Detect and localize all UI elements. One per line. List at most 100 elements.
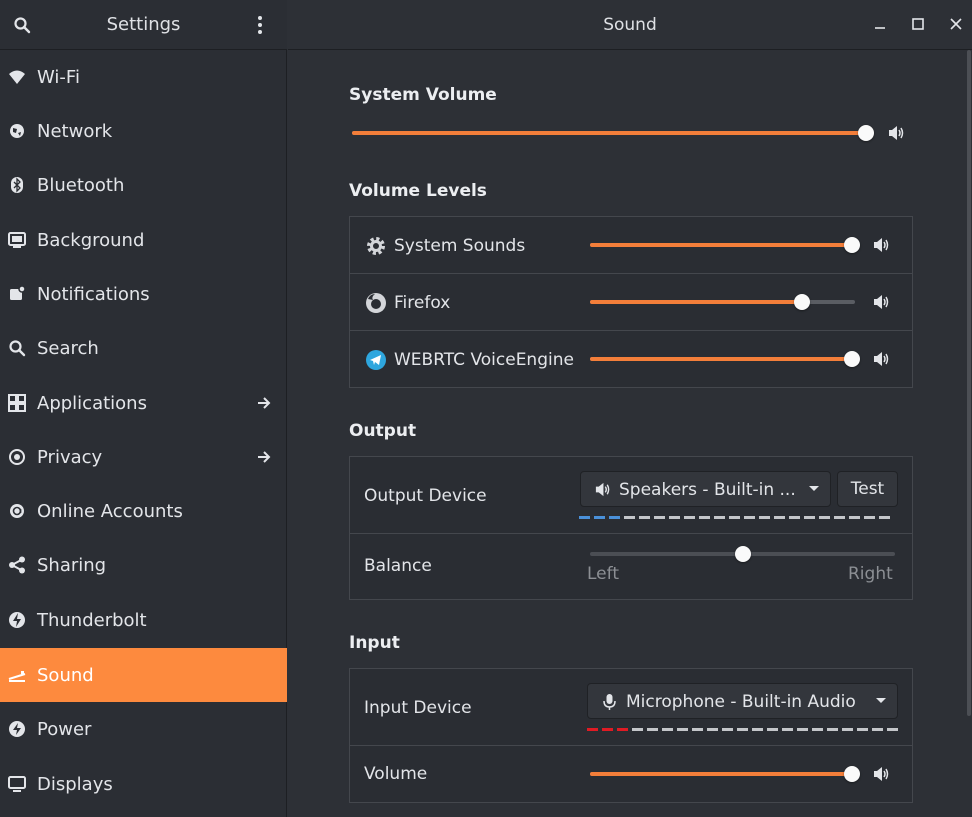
sound-icon bbox=[8, 671, 26, 682]
sidebar-item-label: Sharing bbox=[37, 554, 107, 576]
speaker-icon bbox=[874, 767, 889, 781]
level-segment bbox=[849, 516, 860, 519]
speaker-icon bbox=[874, 352, 889, 366]
level-segment bbox=[774, 516, 785, 519]
app-volume-row: System Sounds bbox=[350, 217, 912, 274]
level-segment bbox=[594, 516, 605, 519]
level-segment bbox=[579, 516, 590, 519]
app-volume-row: Firefox bbox=[350, 274, 912, 331]
chevron-down-icon bbox=[809, 486, 819, 491]
input-volume-row: Volume bbox=[350, 746, 912, 803]
level-segment bbox=[707, 728, 718, 731]
level-segment bbox=[879, 516, 890, 519]
sidebar-item-label: Applications bbox=[37, 392, 147, 414]
sidebar-title: Settings bbox=[106, 14, 181, 35]
level-segment bbox=[722, 728, 733, 731]
balance-left-label: Left bbox=[587, 564, 619, 584]
input-volume-slider[interactable] bbox=[590, 766, 860, 782]
level-segment bbox=[842, 728, 853, 731]
slider-knob[interactable] bbox=[734, 546, 751, 562]
sidebar-item-label: Search bbox=[37, 337, 99, 359]
applications-icon bbox=[8, 394, 26, 412]
sidebar-item-label: Network bbox=[37, 120, 113, 142]
level-segment bbox=[662, 728, 673, 731]
slider-knob[interactable] bbox=[844, 237, 860, 253]
level-segment bbox=[654, 516, 665, 519]
input-device-label: Input Device bbox=[364, 698, 472, 718]
level-segment bbox=[632, 728, 643, 731]
speaker-icon bbox=[874, 238, 889, 252]
level-segment bbox=[759, 516, 770, 519]
sidebar-item-network[interactable]: Network bbox=[0, 104, 287, 158]
app-volume-slider[interactable] bbox=[590, 237, 860, 253]
slider-fill bbox=[590, 243, 852, 247]
level-segment bbox=[729, 516, 740, 519]
level-segment bbox=[789, 516, 800, 519]
sidebar-item-label: Privacy bbox=[37, 446, 103, 468]
app-volume-slider[interactable] bbox=[590, 351, 860, 367]
menu-icon[interactable] bbox=[252, 14, 268, 36]
sidebar-item-applications[interactable]: Applications bbox=[0, 376, 287, 430]
test-button[interactable]: Test bbox=[837, 471, 898, 507]
system-volume-slider[interactable] bbox=[352, 125, 874, 141]
sidebar-item-power[interactable]: Power bbox=[0, 702, 287, 756]
network-icon bbox=[10, 124, 24, 138]
sidebar-item-bluetooth[interactable]: Bluetooth bbox=[0, 158, 287, 212]
output-title: Output bbox=[349, 421, 417, 441]
level-segment bbox=[587, 728, 598, 731]
slider-knob[interactable] bbox=[858, 125, 874, 141]
level-segment bbox=[812, 728, 823, 731]
slider-knob[interactable] bbox=[844, 351, 860, 367]
sidebar-item-search[interactable]: Search bbox=[0, 321, 287, 375]
level-segment bbox=[857, 728, 868, 731]
balance-right-label: Right bbox=[848, 564, 893, 584]
minimize-icon[interactable] bbox=[872, 16, 888, 32]
privacy-icon bbox=[9, 449, 25, 465]
main-panel: Sound System Volume Volume Levels System… bbox=[288, 0, 972, 817]
arrow-right-icon bbox=[258, 397, 271, 409]
balance-slider[interactable] bbox=[590, 546, 895, 562]
level-segment bbox=[782, 728, 793, 731]
sidebar-item-privacy[interactable]: Privacy bbox=[0, 430, 287, 484]
online-accounts-icon bbox=[10, 504, 24, 518]
input-device-combo[interactable]: Microphone - Built-in Audio bbox=[587, 683, 898, 719]
input-device-value: Microphone - Built-in Audio bbox=[626, 692, 856, 712]
slider-knob[interactable] bbox=[844, 766, 860, 782]
level-segment bbox=[797, 728, 808, 731]
sidebar-item-notifications[interactable]: Notifications bbox=[0, 267, 287, 321]
sidebar-item-online-accounts[interactable]: Online Accounts bbox=[0, 484, 287, 538]
sidebar-item-thunderbolt[interactable]: Thunderbolt bbox=[0, 593, 287, 647]
wifi-icon bbox=[9, 70, 25, 84]
input-frame: Input Device Microphone - Built-in Audio… bbox=[349, 668, 913, 803]
search-icon bbox=[9, 340, 26, 357]
notifications-icon bbox=[10, 285, 26, 300]
output-device-row: Output Device Speakers - Built-in ... Te… bbox=[350, 457, 912, 534]
level-segment bbox=[639, 516, 650, 519]
output-device-value: Speakers - Built-in ... bbox=[619, 480, 796, 500]
output-device-combo[interactable]: Speakers - Built-in ... bbox=[580, 471, 831, 507]
sidebar-item-label: Online Accounts bbox=[37, 500, 183, 522]
level-segment bbox=[617, 728, 628, 731]
slider-knob[interactable] bbox=[794, 294, 810, 310]
sidebar-item-sharing[interactable]: Sharing bbox=[0, 538, 287, 592]
maximize-icon[interactable] bbox=[910, 16, 926, 32]
slider-fill bbox=[590, 300, 802, 304]
arrow-right-icon bbox=[258, 451, 271, 463]
sidebar-item-wifi[interactable]: Wi-Fi bbox=[0, 50, 287, 104]
app-volume-slider[interactable] bbox=[590, 294, 855, 310]
level-segment bbox=[714, 516, 725, 519]
telegram-icon bbox=[366, 350, 386, 370]
slider-fill bbox=[590, 772, 852, 776]
volume-levels-frame: System Sounds Firefox WEBRTC VoiceEngine bbox=[349, 216, 913, 388]
output-frame: Output Device Speakers - Built-in ... Te… bbox=[349, 456, 913, 600]
sidebar-item-displays[interactable]: Displays bbox=[0, 757, 287, 811]
close-icon[interactable] bbox=[948, 16, 964, 32]
sidebar-item-background[interactable]: Background bbox=[0, 213, 287, 267]
level-segment bbox=[737, 728, 748, 731]
level-segment bbox=[887, 728, 898, 731]
sidebar-item-sound[interactable]: Sound bbox=[0, 648, 287, 702]
sidebar-item-label: Wi-Fi bbox=[37, 66, 80, 88]
app-label: Firefox bbox=[394, 293, 451, 313]
scrollbar[interactable] bbox=[967, 50, 971, 716]
app-volume-row: WEBRTC VoiceEngine bbox=[350, 331, 912, 388]
